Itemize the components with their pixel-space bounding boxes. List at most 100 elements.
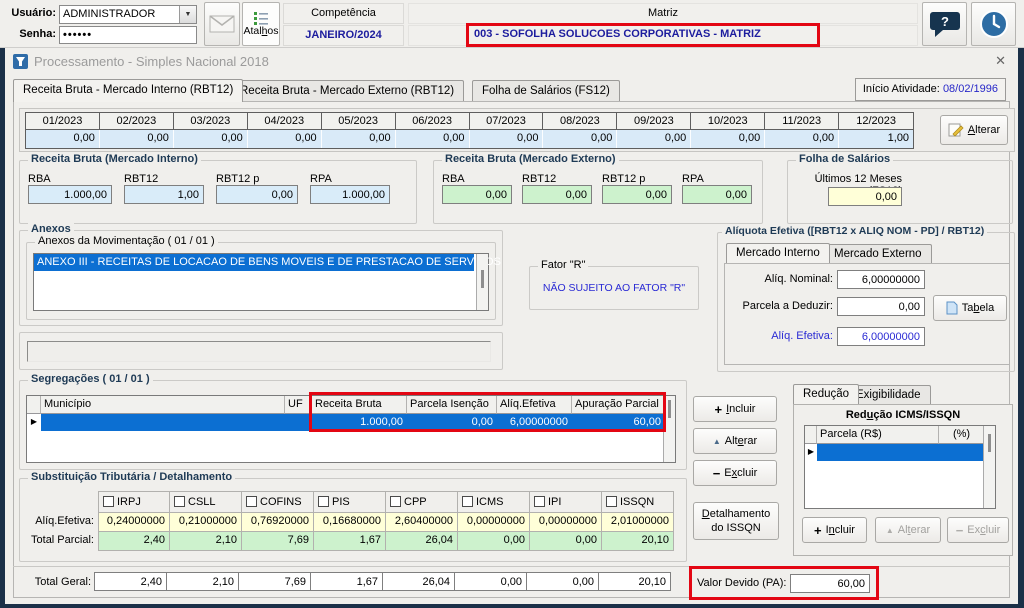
month-value[interactable]: 0,00 bbox=[100, 130, 174, 148]
scrollbar-thumb[interactable] bbox=[481, 270, 484, 288]
reducao-grid[interactable]: Parcela (R$) (%) ▶ bbox=[804, 425, 996, 509]
scrollbar-thumb[interactable] bbox=[668, 400, 671, 418]
segregacoes-grid[interactable]: Município UF Receita Bruta Parcela Isenç… bbox=[26, 395, 676, 463]
month-value[interactable]: 0,00 bbox=[543, 130, 617, 148]
cell-receita-bruta[interactable]: 1.000,00 bbox=[312, 414, 407, 431]
checkbox-pis[interactable] bbox=[318, 496, 329, 507]
rba-field[interactable]: 1.000,00 bbox=[28, 185, 112, 204]
matriz-cell[interactable] bbox=[408, 25, 918, 46]
rbt12-ext-field[interactable]: 0,00 bbox=[522, 185, 592, 204]
month-value[interactable]: 0,00 bbox=[322, 130, 396, 148]
reducao-excluir-label: Excluir bbox=[967, 524, 1000, 536]
row-marker: ▶ bbox=[805, 444, 817, 461]
rba-ext-field[interactable]: 0,00 bbox=[442, 185, 512, 204]
cell-apuracao-parcial[interactable]: 60,00 bbox=[572, 414, 665, 431]
month-value[interactable]: 0,00 bbox=[396, 130, 470, 148]
atalhos-button[interactable]: Atalhos bbox=[242, 2, 280, 46]
tax-header: PIS bbox=[314, 491, 386, 513]
row-marker: ▶ bbox=[27, 414, 41, 431]
groupbox-title: Segregações ( 01 / 01 ) bbox=[28, 373, 153, 385]
close-icon[interactable]: ✕ bbox=[995, 53, 1006, 69]
anexo-list-item[interactable]: ANEXO III - RECEITAS DE LOCACAO DE BENS … bbox=[34, 254, 474, 271]
reducao-selected-row[interactable]: ▶ bbox=[805, 444, 995, 461]
cell-parcela[interactable] bbox=[817, 444, 939, 461]
reducao-excluir-button[interactable]: −Excluir bbox=[947, 517, 1009, 543]
password-input[interactable]: •••••• bbox=[59, 26, 197, 44]
month-value[interactable]: 1,00 bbox=[839, 130, 913, 148]
scrollbar-thumb[interactable] bbox=[988, 434, 991, 452]
rpa-field[interactable]: 1.000,00 bbox=[310, 185, 390, 204]
cell-parcela-isencao[interactable]: 0,00 bbox=[407, 414, 497, 431]
history-button[interactable] bbox=[971, 2, 1016, 46]
month-value[interactable]: 0,00 bbox=[26, 130, 100, 148]
checkbox-csll[interactable] bbox=[174, 496, 185, 507]
month-header: 03/2023 bbox=[174, 113, 248, 130]
vertical-scrollbar[interactable] bbox=[663, 396, 675, 462]
rpa-ext-field[interactable]: 0,00 bbox=[682, 185, 752, 204]
reducao-incluir-label: Incluir bbox=[826, 524, 855, 536]
rbt12p-ext-field[interactable]: 0,00 bbox=[602, 185, 672, 204]
anexos-listbox[interactable]: ANEXO III - RECEITAS DE LOCACAO DE BENS … bbox=[33, 253, 489, 311]
rbt12-field[interactable]: 1,00 bbox=[124, 185, 204, 204]
aliq-nominal-field[interactable]: 6,00000000 bbox=[837, 270, 925, 289]
tabela-button[interactable]: Tabela bbox=[933, 295, 1007, 321]
mail-button[interactable] bbox=[204, 2, 240, 46]
excluir-button[interactable]: −Excluir bbox=[693, 460, 777, 486]
col-receita-bruta: Receita Bruta bbox=[312, 396, 407, 414]
chevron-down-icon[interactable]: ▼ bbox=[179, 6, 196, 23]
tab-aliq-mercado-interno[interactable]: Mercado Interno bbox=[726, 243, 830, 263]
months-value-row: 0,00 0,00 0,00 0,00 0,00 0,00 0,00 0,00 … bbox=[26, 130, 913, 148]
reducao-incluir-button[interactable]: +Incluir bbox=[802, 517, 867, 543]
total-cell: 7,69 bbox=[242, 532, 314, 551]
help-button[interactable]: ? bbox=[922, 2, 967, 46]
incluir-button[interactable]: +Incluir bbox=[693, 396, 777, 422]
aliq-efetiva-field[interactable]: 6,00000000 bbox=[837, 327, 925, 346]
checkbox-cpp[interactable] bbox=[390, 496, 401, 507]
total-cell: 20,10 bbox=[602, 532, 674, 551]
segregacoes-selected-row[interactable]: ▶ 1.000,00 0,00 6,00000000 60,00 bbox=[27, 414, 675, 431]
rbt12p-field[interactable]: 0,00 bbox=[216, 185, 298, 204]
atalhos-label: Atalhos bbox=[243, 25, 278, 37]
tab-mercado-externo[interactable]: Receita Bruta - Mercado Externo (RBT12) bbox=[230, 80, 464, 102]
clock-icon bbox=[979, 9, 1009, 39]
user-combobox[interactable]: ADMINISTRADOR ▼ bbox=[59, 5, 197, 24]
month-value[interactable]: 0,00 bbox=[174, 130, 248, 148]
month-value[interactable]: 0,00 bbox=[470, 130, 544, 148]
excluir-label: Excluir bbox=[724, 467, 757, 479]
vertical-scrollbar[interactable] bbox=[476, 254, 488, 310]
alterar-months-button[interactable]: Alterar bbox=[940, 115, 1008, 145]
total-geral-row: 2,40 2,10 7,69 1,67 26,04 0,00 0,00 20,1… bbox=[95, 572, 671, 591]
tab-aliq-mercado-externo[interactable]: Mercado Externo bbox=[824, 244, 932, 263]
month-value[interactable]: 0,00 bbox=[617, 130, 691, 148]
tab-folha-salarios[interactable]: Folha de Salários (FS12) bbox=[472, 80, 620, 102]
cell-uf[interactable] bbox=[285, 414, 312, 431]
tab-mercado-interno[interactable]: Receita Bruta - Mercado Interno (RBT12) bbox=[13, 79, 243, 102]
checkbox-icms[interactable] bbox=[462, 496, 473, 507]
alterar-button[interactable]: ▲Alterar bbox=[693, 428, 777, 454]
parcela-deduzir-field[interactable]: 0,00 bbox=[837, 297, 925, 316]
month-value[interactable]: 0,00 bbox=[691, 130, 765, 148]
competencia-value[interactable]: JANEIRO/2024 bbox=[283, 25, 404, 46]
fs12-field[interactable]: 0,00 bbox=[828, 187, 902, 206]
checkbox-issqn[interactable] bbox=[606, 496, 617, 507]
checkbox-cofins[interactable] bbox=[246, 496, 257, 507]
checkbox-irpj[interactable] bbox=[103, 496, 114, 507]
month-header: 01/2023 bbox=[26, 113, 100, 130]
reducao-alterar-button[interactable]: ▲Alterar bbox=[875, 517, 941, 543]
total-parcial-row-label: Total Parcial: bbox=[26, 532, 98, 551]
months-grid[interactable]: 01/2023 02/2023 03/2023 04/2023 05/2023 … bbox=[25, 112, 914, 149]
detalhamento-issqn-button[interactable]: Detalhamento do ISSQN bbox=[693, 502, 779, 540]
cell-aliq-efetiva[interactable]: 6,00000000 bbox=[497, 414, 572, 431]
cell-percent[interactable] bbox=[939, 444, 984, 461]
month-value[interactable]: 0,00 bbox=[765, 130, 839, 148]
checkbox-ipi[interactable] bbox=[534, 496, 545, 507]
tab-reducao[interactable]: Redução bbox=[793, 384, 859, 404]
groupbox-title: Folha de Salários bbox=[796, 153, 893, 165]
user-value: ADMINISTRADOR bbox=[63, 8, 155, 20]
cell-municipio[interactable] bbox=[41, 414, 285, 431]
col-aliq-efetiva: Alíq.Efetiva bbox=[497, 396, 572, 414]
reducao-header-row: Parcela (R$) (%) bbox=[805, 426, 995, 444]
vertical-scrollbar[interactable] bbox=[983, 426, 995, 508]
divider bbox=[13, 566, 1010, 567]
month-value[interactable]: 0,00 bbox=[248, 130, 322, 148]
